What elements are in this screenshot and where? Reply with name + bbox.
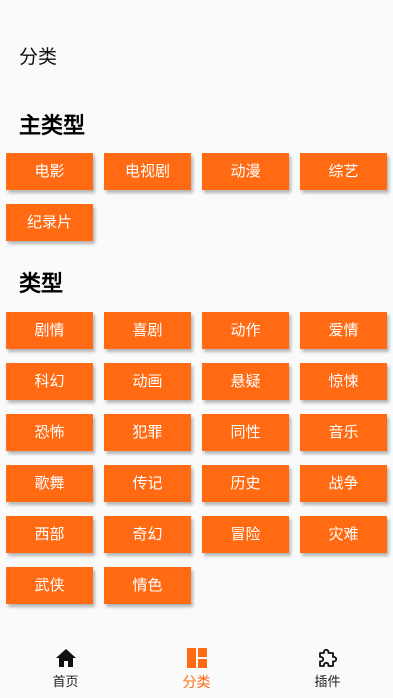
type-chip[interactable]: 科幻 xyxy=(6,363,93,400)
type-chip[interactable]: 音乐 xyxy=(300,414,387,451)
type-chip[interactable]: 恐怖 xyxy=(6,414,93,451)
type-chip[interactable]: 历史 xyxy=(202,465,289,502)
nav-item-label: 首页 xyxy=(52,675,79,690)
main-type-chip[interactable]: 电视剧 xyxy=(104,153,191,190)
type-chip[interactable]: 喜剧 xyxy=(104,312,191,349)
type-chip[interactable]: 犯罪 xyxy=(104,414,191,451)
type-chip[interactable]: 动作 xyxy=(202,312,289,349)
type-chip[interactable]: 灾难 xyxy=(300,516,387,553)
nav-item-plugins[interactable]: 插件 xyxy=(262,636,393,698)
type-chip[interactable]: 奇幻 xyxy=(104,516,191,553)
home-icon xyxy=(55,649,76,667)
bottom-navigation: 首页 分类 插件 xyxy=(0,636,393,698)
nav-item-category[interactable]: 分类 xyxy=(131,636,262,698)
category-grid-icon xyxy=(186,648,207,668)
type-chip[interactable]: 情色 xyxy=(104,567,191,604)
type-chip[interactable]: 剧情 xyxy=(6,312,93,349)
section-heading-types: 类型 xyxy=(19,272,64,297)
type-chip[interactable]: 冒险 xyxy=(202,516,289,553)
puzzle-icon xyxy=(318,648,337,667)
type-chip[interactable]: 悬疑 xyxy=(202,363,289,400)
section-heading-main-types: 主类型 xyxy=(19,114,86,139)
type-chip[interactable]: 歌舞 xyxy=(6,465,93,502)
type-chip[interactable]: 西部 xyxy=(6,516,93,553)
main-type-chip[interactable]: 电影 xyxy=(6,153,93,190)
main-type-chip[interactable]: 动漫 xyxy=(202,153,289,190)
type-chip[interactable]: 爱情 xyxy=(300,312,387,349)
type-chip[interactable]: 传记 xyxy=(104,465,191,502)
type-chip[interactable]: 武侠 xyxy=(6,567,93,604)
type-chip[interactable]: 战争 xyxy=(300,465,387,502)
page-title: 分类 xyxy=(19,46,58,68)
nav-item-label: 分类 xyxy=(182,675,211,691)
main-type-chip[interactable]: 纪录片 xyxy=(6,204,93,241)
type-chip[interactable]: 惊悚 xyxy=(300,363,387,400)
type-chip[interactable]: 同性 xyxy=(202,414,289,451)
nav-item-home[interactable]: 首页 xyxy=(0,636,131,698)
type-chip[interactable]: 动画 xyxy=(104,363,191,400)
nav-item-label: 插件 xyxy=(314,675,341,690)
main-type-chip[interactable]: 综艺 xyxy=(300,153,387,190)
